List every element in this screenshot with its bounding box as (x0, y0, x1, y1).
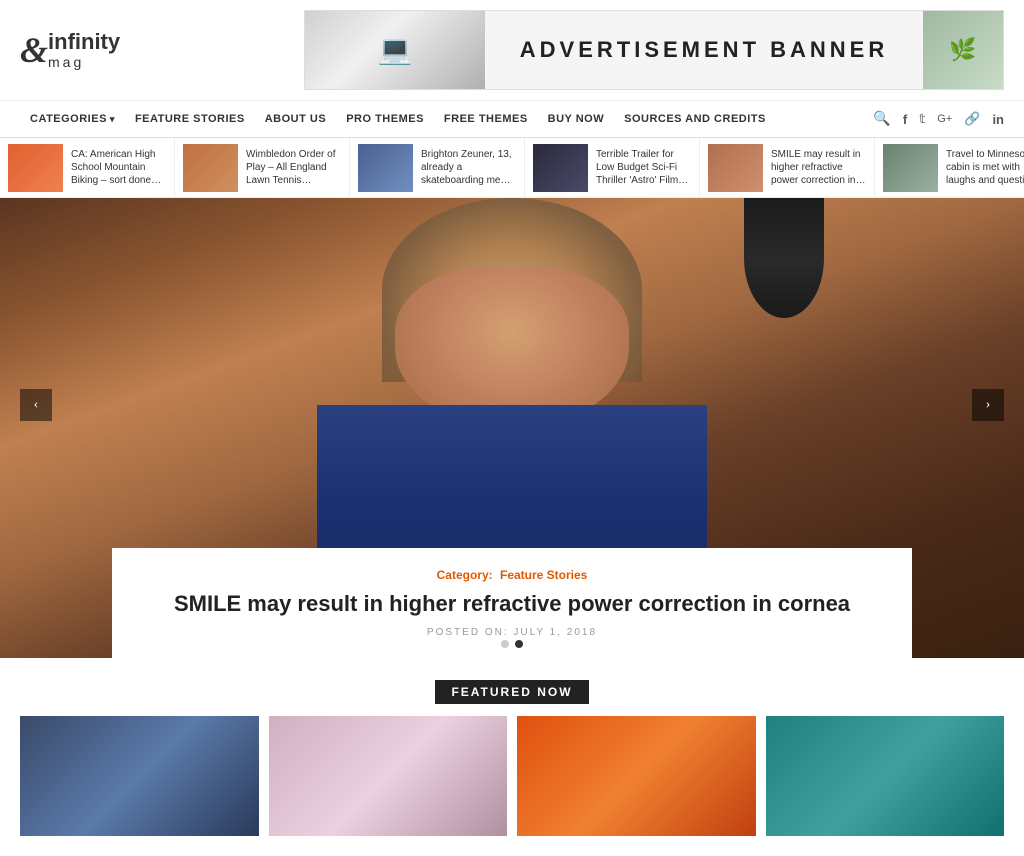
logo-mag: mag (48, 54, 120, 70)
search-icon[interactable]: 🔍 (873, 111, 890, 128)
slider-prev-icon: ‹ (34, 397, 39, 413)
ticker-title-6: Travel to Minnesota cabin is met with la… (946, 148, 1024, 187)
nav-item-about-us[interactable]: ABOUT US (255, 101, 336, 137)
slider-lamp (744, 198, 824, 318)
nav-item-categories[interactable]: CATEGORIES (20, 101, 125, 137)
ticker-image-4 (533, 144, 588, 192)
linkedin-icon[interactable]: in (992, 112, 1004, 127)
nav-item-sources-credits[interactable]: SOURCES AND CREDITS (614, 101, 776, 137)
ticker-item-2[interactable]: Wimbledon Order of Play – All England La… (175, 138, 350, 197)
ad-banner-right-image: 🌿 (923, 11, 1003, 89)
card-2[interactable] (269, 716, 508, 836)
card-3[interactable] (517, 716, 756, 836)
card-image-3 (517, 716, 756, 836)
nav-item-buy-now[interactable]: BUY NOW (538, 101, 614, 137)
facebook-icon[interactable]: f (903, 112, 907, 127)
advertisement-banner: 💻 ADVERTISEMENT BANNER 🌿 (304, 10, 1004, 90)
ticker-image-2 (183, 144, 238, 192)
card-image-2 (269, 716, 508, 836)
card-1[interactable] (20, 716, 259, 836)
ticker-item-6[interactable]: Travel to Minnesota cabin is met with la… (875, 138, 1024, 197)
slider-dots (501, 640, 523, 648)
nav-item-free-themes[interactable]: FREE THEMES (434, 101, 538, 137)
card-image-4 (766, 716, 1005, 836)
featured-section-label: Featured Now (0, 683, 1024, 701)
slider-category-label: Category: (437, 568, 493, 582)
ticker-image-1 (8, 144, 63, 192)
nav-social-icons: 🔍 f 𝕥 G+ 🔗 in (873, 111, 1004, 128)
ticker-item-1[interactable]: CA: American High School Mountain Biking… (0, 138, 175, 197)
ad-banner-inner: 💻 ADVERTISEMENT BANNER 🌿 (305, 11, 1003, 89)
ticker-title-4: Terrible Trailer for Low Budget Sci-Fi T… (596, 148, 691, 187)
logo-ampersand: & (20, 29, 48, 71)
slider-category-link[interactable]: Feature Stories (500, 568, 587, 582)
google-plus-icon[interactable]: G+ (937, 113, 952, 125)
hero-slider: ‹ › Category: Feature Stories SMILE may … (0, 198, 1024, 658)
ticker-title-5: SMILE may result in higher refractive po… (771, 148, 866, 187)
featured-cards (0, 716, 1024, 836)
ticker-item-5[interactable]: SMILE may result in higher refractive po… (700, 138, 875, 197)
slider-face (395, 267, 629, 428)
nav-links: CATEGORIES FEATURE STORIES ABOUT US PRO … (20, 101, 776, 137)
ticker-image-5 (708, 144, 763, 192)
card-image-1 (20, 716, 259, 836)
slider-dot-1[interactable] (501, 640, 509, 648)
ad-banner-image: 💻 (305, 11, 485, 89)
slider-category: Category: Feature Stories (142, 568, 882, 582)
logo[interactable]: & infinity mag (20, 29, 120, 71)
ticker-title-3: Brighton Zeuner, 13, already a skateboar… (421, 148, 516, 187)
ticker-image-6 (883, 144, 938, 192)
link-icon[interactable]: 🔗 (964, 111, 980, 127)
ad-banner-text: ADVERTISEMENT BANNER (485, 37, 923, 63)
ticker-title-2: Wimbledon Order of Play – All England La… (246, 148, 341, 187)
nav-item-feature-stories[interactable]: FEATURE STORIES (125, 101, 255, 137)
logo-text-group: infinity mag (48, 30, 120, 70)
slider-prev-button[interactable]: ‹ (20, 389, 52, 421)
slider-article-title[interactable]: SMILE may result in higher refractive po… (142, 590, 882, 619)
slider-dot-2[interactable] (515, 640, 523, 648)
ticker-item-3[interactable]: Brighton Zeuner, 13, already a skateboar… (350, 138, 525, 197)
logo-name: infinity (48, 30, 120, 54)
header: & infinity mag 💻 ADVERTISEMENT BANNER 🌿 (0, 0, 1024, 101)
slider-next-button[interactable]: › (972, 389, 1004, 421)
navigation: CATEGORIES FEATURE STORIES ABOUT US PRO … (0, 101, 1024, 138)
ticker-item-4[interactable]: Terrible Trailer for Low Budget Sci-Fi T… (525, 138, 700, 197)
ticker-title-1: CA: American High School Mountain Biking… (71, 148, 166, 187)
featured-label-text: Featured Now (435, 680, 588, 704)
ticker-image-3 (358, 144, 413, 192)
slider-next-icon: › (986, 397, 991, 413)
slider-date: POSTED ON: JULY 1, 2018 (142, 627, 882, 638)
news-ticker: CA: American High School Mountain Biking… (0, 138, 1024, 198)
twitter-icon[interactable]: 𝕥 (919, 111, 925, 127)
card-4[interactable] (766, 716, 1005, 836)
nav-item-pro-themes[interactable]: PRO THEMES (336, 101, 434, 137)
